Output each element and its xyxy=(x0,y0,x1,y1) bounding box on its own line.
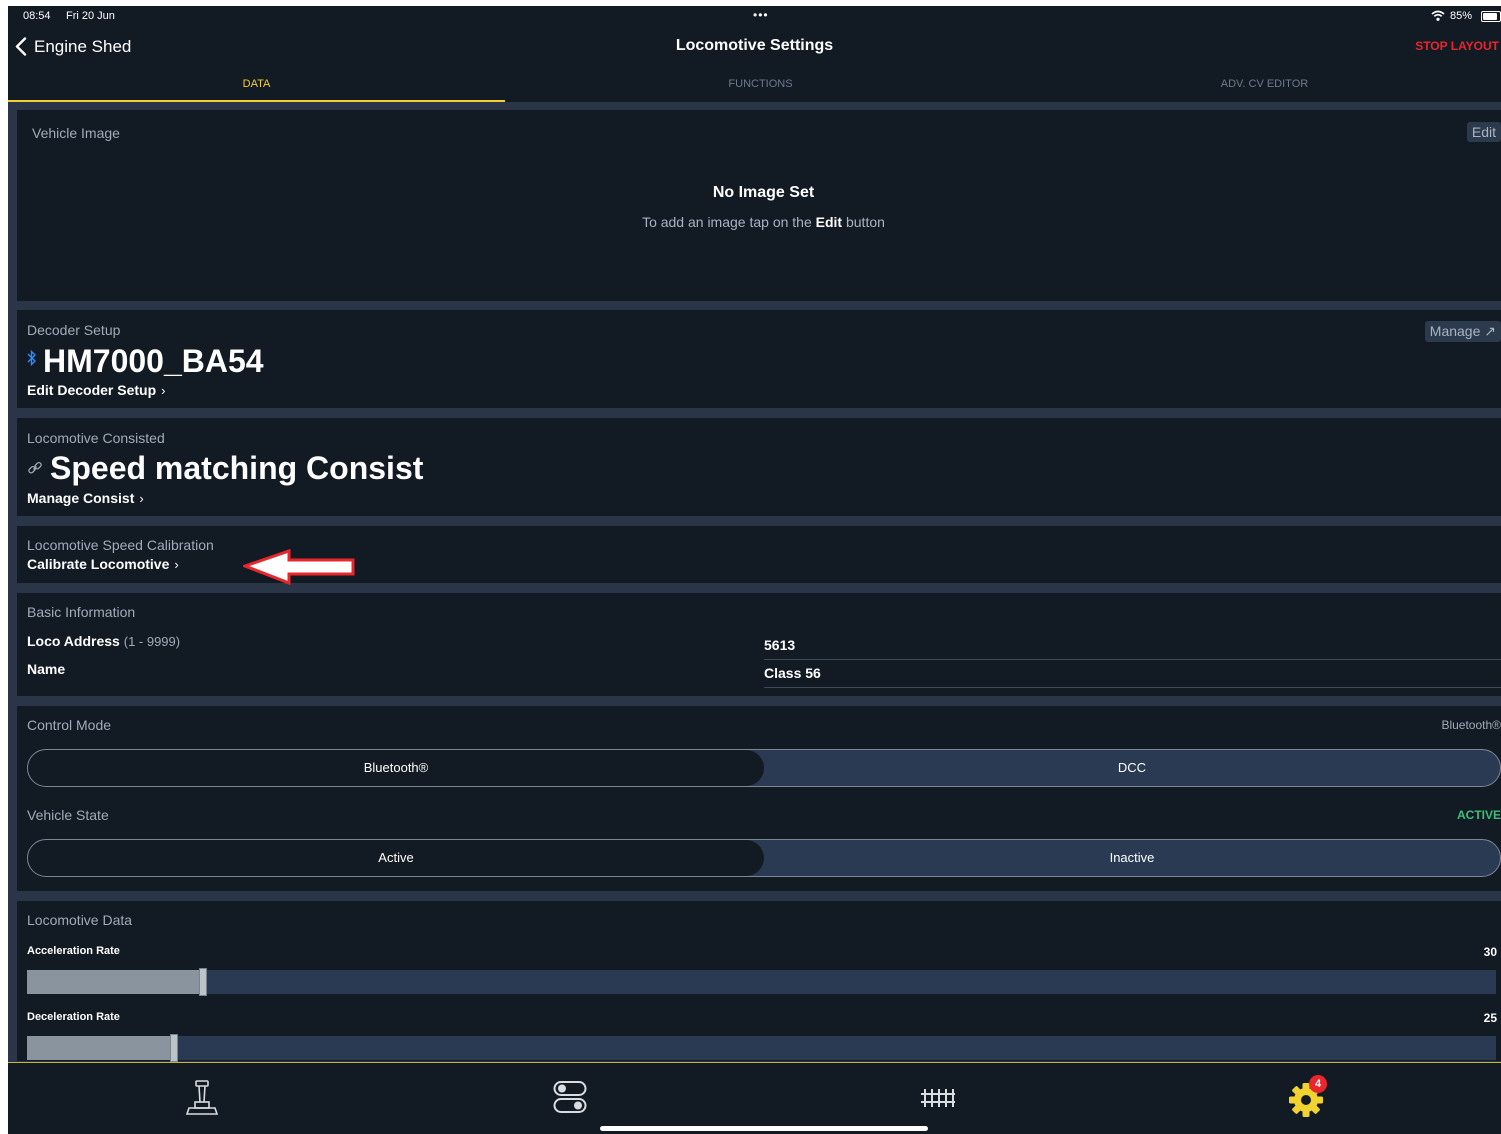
locomotive-data-title: Locomotive Data xyxy=(27,912,133,928)
status-bar: 08:54 Fri 20 Jun ••• 85% xyxy=(8,6,1501,28)
acceleration-slider-handle[interactable] xyxy=(199,968,207,996)
chevron-right-icon: › xyxy=(161,383,166,398)
battery-percent: 85% xyxy=(1450,10,1473,22)
consist-name: Speed matching Consist xyxy=(50,450,424,486)
chevron-right-icon: › xyxy=(174,557,179,572)
home-indicator[interactable] xyxy=(600,1126,928,1131)
link-icon xyxy=(28,461,42,474)
tab-functions[interactable]: FUNCTIONS xyxy=(512,68,1009,102)
segment-tabs: DATA FUNCTIONS ADV. CV EDITOR xyxy=(8,68,1501,102)
no-image-title: No Image Set xyxy=(712,184,815,201)
locomotive-data-card: Locomotive Data Acceleration Rate 30 Dec… xyxy=(17,901,1501,1062)
consist-title: Locomotive Consisted xyxy=(27,430,165,446)
calibrate-locomotive-link[interactable]: Calibrate Locomotive › xyxy=(27,556,179,572)
loco-address-label: Loco Address (1 - 9999) xyxy=(27,633,181,649)
toggle-switches-icon xyxy=(553,1081,587,1113)
manage-decoder-button[interactable]: Manage ↗ xyxy=(1424,321,1501,342)
status-date: Fri 20 Jun xyxy=(66,10,115,22)
acceleration-rate-slider[interactable] xyxy=(27,968,1496,996)
navigation-bar: Engine Shed Locomotive Settings STOP LAY… xyxy=(8,28,1501,68)
deceleration-rate-value: 25 xyxy=(1483,1011,1497,1025)
edit-image-button[interactable]: Edit xyxy=(1466,122,1501,142)
vehicle-state-active-option[interactable]: Active xyxy=(28,840,764,876)
annotation-arrow-icon xyxy=(243,548,355,586)
vehicle-state-inactive-option[interactable]: Inactive xyxy=(764,840,1500,876)
control-mode-dcc-option[interactable]: DCC xyxy=(764,750,1500,786)
settings-badge: 4 xyxy=(1309,1075,1327,1093)
control-mode-bluetooth-option[interactable]: Bluetooth® xyxy=(28,750,764,786)
wifi-icon xyxy=(1431,9,1445,27)
bottom-tab-bar xyxy=(8,1062,1501,1134)
vehicle-state-title: Vehicle State xyxy=(27,807,109,823)
decoder-setup-card: Decoder Setup Manage ↗ HM7000_BA54 Edit … xyxy=(17,310,1501,408)
control-mode-card: Control Mode Bluetooth® Bluetooth® DCC V… xyxy=(17,706,1501,891)
settings-tab-button[interactable]: 4 xyxy=(1288,1075,1328,1123)
battery-icon xyxy=(1481,11,1501,22)
vehicle-image-title: Vehicle Image xyxy=(32,125,120,141)
basic-information-card: Basic Information Loco Address (1 - 9999… xyxy=(17,593,1501,696)
stop-layout-button[interactable]: STOP LAYOUT xyxy=(1415,39,1499,53)
railway-track-icon xyxy=(921,1089,955,1107)
throttle-lever-icon xyxy=(185,1080,219,1115)
loco-name-input[interactable]: Class 56 xyxy=(764,665,1501,688)
loco-address-input[interactable]: 5613 xyxy=(764,637,1501,660)
speed-calibration-card: Locomotive Speed Calibration Calibrate L… xyxy=(17,526,1501,586)
throttle-tab-button[interactable] xyxy=(185,1080,219,1121)
deceleration-slider-handle[interactable] xyxy=(170,1034,178,1062)
decoder-name: HM7000_BA54 xyxy=(43,343,264,379)
basic-information-title: Basic Information xyxy=(27,604,136,620)
edit-decoder-setup-link[interactable]: Edit Decoder Setup › xyxy=(27,382,165,398)
controls-tab-button[interactable] xyxy=(553,1080,587,1119)
control-mode-current: Bluetooth® xyxy=(1441,718,1501,732)
external-link-icon: ↗ xyxy=(1484,323,1496,339)
vehicle-image-card: Vehicle Image Edit No Image Set To add a… xyxy=(17,110,1501,301)
manage-consist-link[interactable]: Manage Consist › xyxy=(27,490,144,506)
multitask-dots[interactable]: ••• xyxy=(753,8,769,22)
tab-adv-cv-editor[interactable]: ADV. CV EDITOR xyxy=(1016,68,1501,102)
deceleration-rate-label: Deceleration Rate xyxy=(27,1011,120,1023)
vehicle-state-selector: Active Inactive xyxy=(27,839,1501,877)
bluetooth-icon xyxy=(27,350,36,366)
name-label: Name xyxy=(27,661,66,677)
page-title: Locomotive Settings xyxy=(675,37,834,54)
speed-calibration-title: Locomotive Speed Calibration xyxy=(27,537,214,553)
vehicle-state-current: ACTIVE xyxy=(1456,808,1501,822)
consist-card: Locomotive Consisted Speed matching Cons… xyxy=(17,418,1501,516)
deceleration-rate-slider[interactable] xyxy=(27,1034,1496,1062)
control-mode-selector: Bluetooth® DCC xyxy=(27,749,1501,787)
no-image-hint: To add an image tap on the Edit button xyxy=(642,214,885,230)
acceleration-rate-value: 30 xyxy=(1483,945,1497,959)
acceleration-rate-label: Acceleration Rate xyxy=(27,945,120,957)
decoder-setup-title: Decoder Setup xyxy=(27,322,121,338)
control-mode-title: Control Mode xyxy=(27,717,112,733)
tab-data[interactable]: DATA xyxy=(8,68,505,102)
status-time: 08:54 xyxy=(23,10,51,22)
engine-shed-tab-button[interactable] xyxy=(920,1086,956,1115)
chevron-right-icon: › xyxy=(139,491,144,506)
